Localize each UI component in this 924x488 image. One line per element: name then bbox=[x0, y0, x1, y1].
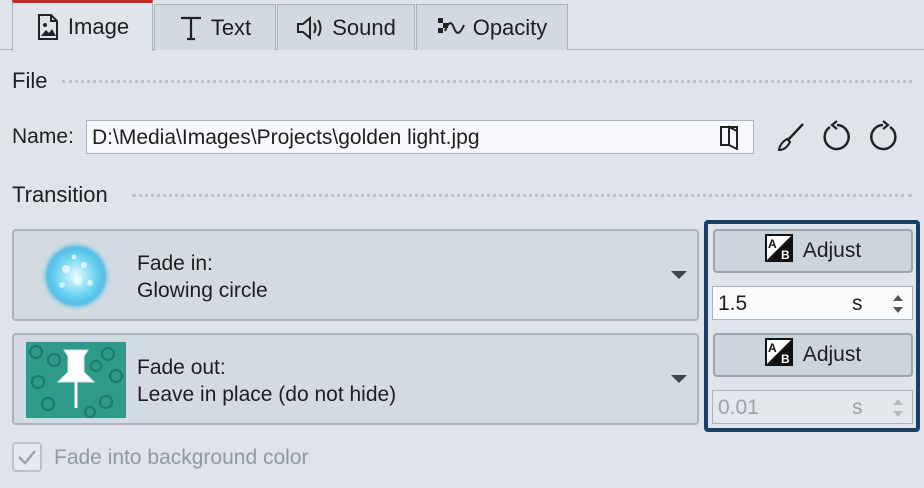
checkmark-icon bbox=[14, 450, 40, 474]
tab-text-label: Text bbox=[210, 14, 252, 40]
glowing-circle-thumbnail bbox=[26, 239, 126, 313]
image-icon bbox=[36, 14, 60, 40]
fade-background-label: Fade into background color bbox=[54, 446, 309, 469]
pushpin-thumbnail bbox=[26, 342, 126, 418]
chevron-down-icon bbox=[671, 271, 687, 279]
tab-text[interactable]: Text bbox=[154, 4, 276, 50]
text-icon bbox=[179, 15, 203, 41]
adjust-fade-in-label: Adjust bbox=[802, 239, 862, 262]
fade-out-label: Fade out: bbox=[137, 356, 226, 379]
tab-sound-label: Sound bbox=[332, 14, 396, 40]
tab-bar: Image Text Sound Opacity bbox=[0, 0, 924, 51]
adjust-fade-in-button[interactable]: A B Adjust bbox=[713, 229, 913, 273]
transition-section-divider bbox=[132, 194, 912, 197]
spin-arrows-icon[interactable] bbox=[892, 292, 904, 316]
fade-out-duration-unit: s bbox=[852, 396, 863, 419]
ab-transition-icon: A B bbox=[764, 234, 793, 268]
fade-out-value: Leave in place (do not hide) bbox=[137, 383, 397, 406]
transition-section-title: Transition bbox=[12, 182, 108, 207]
fade-in-duration-unit: s bbox=[852, 292, 863, 315]
adjust-fade-out-label: Adjust bbox=[802, 343, 862, 366]
fade-in-label: Fade in: bbox=[137, 252, 213, 275]
file-section-title: File bbox=[12, 68, 48, 93]
fade-in-dropdown[interactable]: Fade in: Glowing circle bbox=[12, 229, 699, 321]
adjust-fade-out-button[interactable]: A B Adjust bbox=[713, 333, 913, 377]
rotate-right-icon[interactable] bbox=[866, 120, 900, 154]
file-section-divider bbox=[62, 80, 912, 83]
svg-text:A: A bbox=[768, 341, 777, 355]
rotate-left-icon[interactable] bbox=[820, 120, 854, 154]
svg-text:B: B bbox=[781, 352, 790, 366]
svg-text:B: B bbox=[781, 248, 790, 262]
speaker-icon bbox=[296, 15, 324, 41]
fade-out-dropdown[interactable]: Fade out: Leave in place (do not hide) bbox=[12, 333, 699, 425]
file-path-value: D:\Media\Images\Projects\golden light.jp… bbox=[92, 126, 480, 149]
svg-text:A: A bbox=[768, 237, 777, 251]
transition-adjust-panel: A B Adjust 1.5 s A B Adjust 0.01 s bbox=[704, 220, 920, 432]
name-label: Name: bbox=[12, 125, 74, 148]
browse-folder-icon[interactable] bbox=[717, 124, 743, 151]
fade-background-checkbox[interactable] bbox=[12, 442, 42, 472]
tab-opacity[interactable]: Opacity bbox=[416, 4, 568, 50]
brush-icon[interactable] bbox=[774, 120, 808, 154]
tab-image-label: Image bbox=[67, 14, 130, 39]
fade-in-value: Glowing circle bbox=[137, 279, 268, 302]
tab-image[interactable]: Image bbox=[12, 0, 153, 51]
spin-arrows-icon[interactable] bbox=[892, 396, 904, 420]
fade-out-duration-value: 0.01 bbox=[718, 396, 759, 419]
ab-transition-icon: A B bbox=[764, 338, 793, 372]
file-path-field[interactable]: D:\Media\Images\Projects\golden light.jp… bbox=[86, 120, 754, 154]
fade-in-duration-input[interactable]: 1.5 s bbox=[712, 286, 913, 320]
fade-in-duration-value: 1.5 bbox=[718, 292, 748, 315]
tab-opacity-label: Opacity bbox=[472, 14, 548, 40]
fade-out-duration-input[interactable]: 0.01 s bbox=[712, 390, 913, 424]
opacity-wave-icon bbox=[437, 15, 465, 41]
tab-sound[interactable]: Sound bbox=[277, 4, 415, 50]
chevron-down-icon bbox=[671, 375, 687, 383]
